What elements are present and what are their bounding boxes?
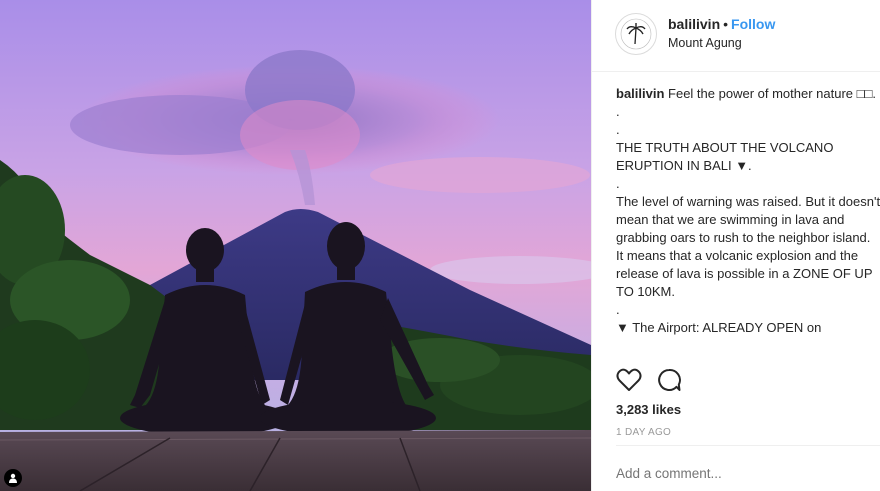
post-header: balilivin • Follow Mount Agung [592,0,880,72]
heart-icon[interactable] [616,368,642,396]
like-count[interactable]: 3,283 likes [616,402,681,417]
follow-button[interactable]: Follow [731,16,775,32]
caption: balilivin Feel the power of mother natur… [616,85,880,353]
comment-input[interactable] [616,466,866,481]
avatar[interactable] [615,13,657,55]
comment-bubble-icon[interactable] [656,368,682,396]
divider [616,445,880,446]
separator-dot: • [723,16,729,32]
caption-text: Feel the power of mother nature □□. . . … [616,86,880,335]
palm-tree-icon [620,18,652,50]
username-link[interactable]: balilivin [668,16,720,32]
caption-username[interactable]: balilivin [616,86,664,101]
post-photo[interactable] [0,0,591,491]
action-bar [616,368,682,396]
post-timestamp[interactable]: 1 DAY AGO [616,427,671,438]
location-link[interactable]: Mount Agung [668,36,742,50]
volcano-sunset-image [0,0,591,491]
username-line: balilivin • Follow [668,16,775,32]
post-sidebar: balilivin • Follow Mount Agung balilivin F… [591,0,880,491]
person-tag-icon[interactable] [4,469,22,487]
